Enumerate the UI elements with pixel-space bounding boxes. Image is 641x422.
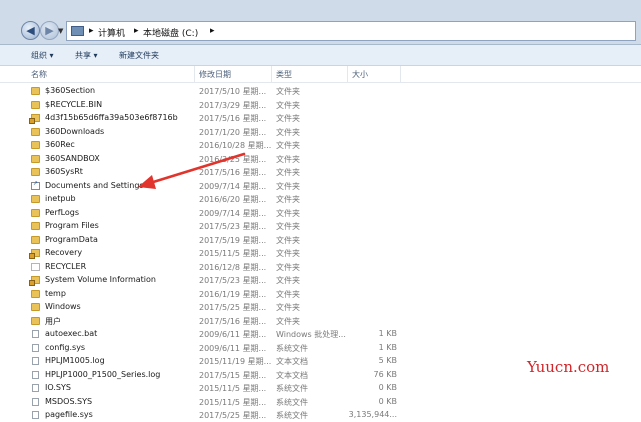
watermark-text: Yuucn.com [527, 358, 610, 376]
